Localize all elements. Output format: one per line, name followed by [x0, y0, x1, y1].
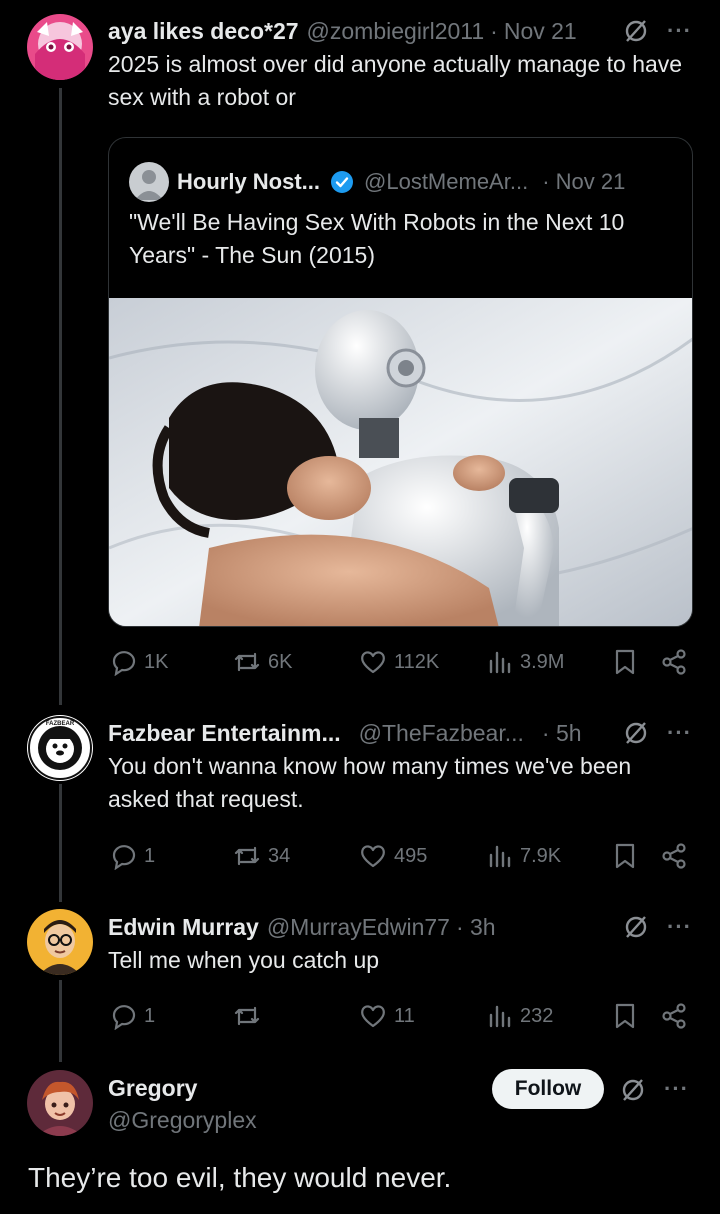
separator: ·: [490, 17, 498, 44]
quote-handle[interactable]: @LostMemeAr...: [364, 169, 528, 195]
share-button[interactable]: [660, 1002, 688, 1030]
handle-row: @Gregoryplex: [108, 1105, 488, 1135]
thread-line: [59, 980, 62, 1062]
follow-button[interactable]: Follow: [492, 1069, 604, 1109]
thread-line: [59, 784, 62, 902]
post-text: You don't wanna know how many times we'v…: [108, 753, 632, 812]
post-text: Tell me when you catch up: [108, 947, 380, 973]
thread-line: [59, 88, 62, 705]
share-button[interactable]: [660, 842, 688, 870]
grok-icon[interactable]: [623, 720, 649, 746]
display-name-row: Gregory: [108, 1073, 488, 1103]
repost-button[interactable]: 6K: [232, 648, 292, 676]
quote-text: "We'll Be Having Sex With Robots in the …: [129, 209, 625, 268]
repost-count: 6K: [268, 650, 293, 673]
views-icon: [489, 845, 511, 868]
handle[interactable]: @zombiegirl2011: [307, 18, 485, 45]
svg-text:FAZBEAR: FAZBEAR: [46, 721, 75, 727]
views-button[interactable]: 232: [486, 1002, 553, 1030]
bookmark-icon: [615, 843, 635, 869]
verified-icon: [330, 170, 354, 194]
views-button[interactable]: 3.9M: [486, 648, 564, 676]
display-name[interactable]: aya likes deco*27: [108, 18, 299, 45]
repost-button[interactable]: 34: [232, 842, 290, 870]
quote-timestamp[interactable]: · Nov 21: [542, 169, 625, 195]
reply-button[interactable]: 1K: [110, 648, 168, 676]
timestamp[interactable]: · 3h: [456, 914, 496, 941]
timestamp[interactable]: Nov 21: [504, 18, 577, 45]
avatar[interactable]: FAZBEAR: [27, 715, 93, 781]
timestamp[interactable]: · 5h: [542, 720, 582, 747]
views-button[interactable]: 7.9K: [486, 842, 561, 870]
repost-count: 34: [268, 844, 291, 867]
avatar[interactable]: [27, 14, 93, 80]
reply-icon: [112, 651, 136, 676]
reply-count: 1: [144, 844, 156, 867]
reply-icon: [112, 1005, 136, 1030]
post-actions: 1 34 495 7.9K: [108, 842, 693, 872]
bookmark-button[interactable]: [612, 648, 638, 676]
reply-button[interactable]: 1: [110, 1002, 155, 1030]
handle[interactable]: @TheFazbear...: [359, 720, 524, 747]
like-icon: [361, 1005, 385, 1028]
quote-tweet[interactable]: Hourly Nost... @LostMemeAr... · Nov 21 "…: [108, 137, 693, 627]
repost-icon: [234, 652, 260, 672]
quote-display-name[interactable]: Hourly Nost...: [177, 169, 320, 195]
views-icon: [489, 651, 511, 674]
handle[interactable]: @Gregoryplex: [108, 1107, 257, 1134]
share-icon: [662, 843, 686, 869]
post[interactable]: Fazbear Entertainm... @TheFazbear... · 5…: [108, 718, 692, 816]
display-name[interactable]: Gregory: [108, 1075, 197, 1102]
quote-avatar[interactable]: [129, 162, 169, 202]
bookmark-icon: [615, 1003, 635, 1029]
more-icon[interactable]: ···: [667, 18, 692, 44]
more-icon[interactable]: ···: [664, 1076, 689, 1102]
post-text: They’re too evil, they would never.: [28, 1162, 452, 1193]
quote-image[interactable]: [109, 298, 692, 626]
avatar[interactable]: [27, 909, 93, 975]
like-icon: [361, 651, 385, 674]
like-count: 11: [394, 1004, 415, 1027]
repost-icon: [234, 846, 260, 866]
bookmark-button[interactable]: [612, 842, 638, 870]
post[interactable]: Gregory @Gregoryplex: [108, 1073, 488, 1135]
display-name[interactable]: Edwin Murray: [108, 914, 259, 941]
bookmark-button[interactable]: [612, 1002, 638, 1030]
more-icon[interactable]: ···: [667, 914, 692, 940]
post[interactable]: Edwin Murray @MurrayEdwin77 · 3h ··· Tel…: [108, 912, 692, 977]
like-count: 495: [394, 844, 428, 867]
share-icon: [662, 649, 686, 675]
share-icon: [662, 1003, 686, 1029]
like-button[interactable]: 495: [358, 842, 427, 870]
reply-icon: [112, 845, 136, 870]
like-icon: [361, 845, 385, 868]
views-count: 3.9M: [520, 650, 565, 673]
share-button[interactable]: [660, 648, 688, 676]
repost-icon: [234, 1006, 260, 1026]
views-icon: [489, 1005, 511, 1028]
views-count: 7.9K: [520, 844, 562, 867]
views-count: 232: [520, 1004, 554, 1027]
more-icon[interactable]: ···: [667, 720, 692, 746]
grok-icon[interactable]: [623, 914, 649, 940]
reply-count: 1K: [144, 650, 169, 673]
reply-button[interactable]: 1: [110, 842, 155, 870]
bookmark-icon: [615, 649, 635, 675]
grok-icon[interactable]: [620, 1077, 646, 1103]
like-button[interactable]: 11: [358, 1002, 415, 1030]
handle[interactable]: @MurrayEdwin77: [267, 914, 450, 941]
post-text: 2025 is almost over did anyone actually …: [108, 51, 683, 110]
repost-button[interactable]: [232, 1002, 268, 1030]
grok-icon[interactable]: [623, 18, 649, 44]
post-actions: 1K 6K 112K 3.9M: [108, 648, 693, 678]
like-button[interactable]: 112K: [358, 648, 439, 676]
post[interactable]: aya likes deco*27 @zombiegirl2011 · Nov …: [108, 16, 692, 114]
avatar[interactable]: [27, 1070, 93, 1136]
post-actions: 1 11 232: [108, 1002, 693, 1032]
reply-count: 1: [144, 1004, 156, 1027]
like-count: 112K: [394, 650, 440, 673]
display-name[interactable]: Fazbear Entertainm...: [108, 720, 341, 747]
